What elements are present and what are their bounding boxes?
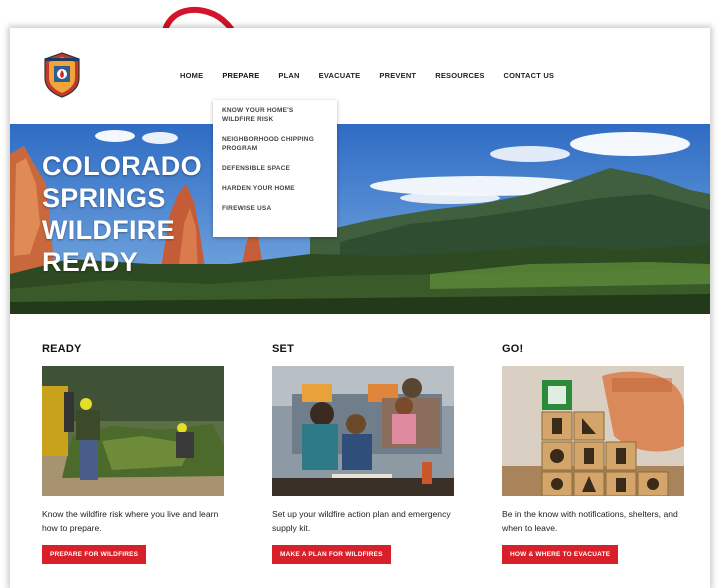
dropdown-item-home-risk[interactable]: KNOW YOUR HOME'S WILDFIRE RISK	[213, 106, 323, 124]
hero-title-line: READY	[42, 247, 139, 277]
ready-description: Know the wildfire risk where you live an…	[42, 509, 219, 533]
fire-department-logo[interactable]	[42, 52, 82, 98]
hero-title-line: SPRINGS	[42, 183, 166, 213]
hero-title-line: COLORADO	[42, 151, 202, 181]
main-nav: HOME PREPARE PLAN EVACUATE PREVENT RESOU…	[180, 71, 573, 80]
dropdown-item-defensible-space[interactable]: DEFENSIBLE SPACE	[213, 164, 337, 173]
set-heading: SET	[272, 343, 294, 355]
hero-title: COLORADO SPRINGS WILDFIRE READY	[42, 150, 202, 278]
nav-home[interactable]: HOME	[180, 71, 203, 80]
go-heading: GO!	[502, 343, 524, 355]
go-photo	[502, 366, 684, 496]
hero-title-line: WILDFIRE	[42, 215, 175, 245]
nav-contact-us[interactable]: CONTACT US	[504, 71, 555, 80]
set-photo	[272, 366, 454, 496]
dropdown-item-harden-home[interactable]: HARDEN YOUR HOME	[213, 184, 337, 193]
how-where-to-evacuate-button[interactable]: HOW & WHERE TO EVACUATE	[502, 545, 619, 564]
nav-resources[interactable]: RESOURCES	[435, 71, 484, 80]
set-description: Set up your wildfire action plan and eme…	[272, 509, 451, 533]
dropdown-item-firewise[interactable]: FIREWISE USA	[213, 204, 337, 213]
nav-plan[interactable]: PLAN	[278, 71, 299, 80]
ready-photo	[42, 366, 224, 496]
nav-prepare[interactable]: PREPARE	[222, 71, 259, 80]
prepare-for-wildfires-button[interactable]: PREPARE FOR WILDFIRES	[42, 545, 147, 564]
go-description: Be in the know with notifications, shelt…	[502, 509, 678, 533]
ready-heading: READY	[42, 343, 82, 355]
nav-evacuate[interactable]: EVACUATE	[319, 71, 361, 80]
nav-prevent[interactable]: PREVENT	[379, 71, 416, 80]
ready-column: READY Know the wildfire risk where you l…	[42, 343, 224, 564]
dropdown-item-chipping[interactable]: NEIGHBORHOOD CHIPPING PROGRAM	[213, 135, 323, 153]
prepare-dropdown-menu: KNOW YOUR HOME'S WILDFIRE RISK NEIGHBORH…	[213, 100, 337, 237]
make-a-plan-button[interactable]: MAKE A PLAN FOR WILDFIRES	[272, 545, 391, 564]
browser-page: HOME PREPARE PLAN EVACUATE PREVENT RESOU…	[10, 28, 710, 588]
set-column: SET Set up your wildfire action plan and…	[272, 343, 454, 564]
go-column: GO! Be in the know with notifications, s…	[502, 343, 684, 564]
